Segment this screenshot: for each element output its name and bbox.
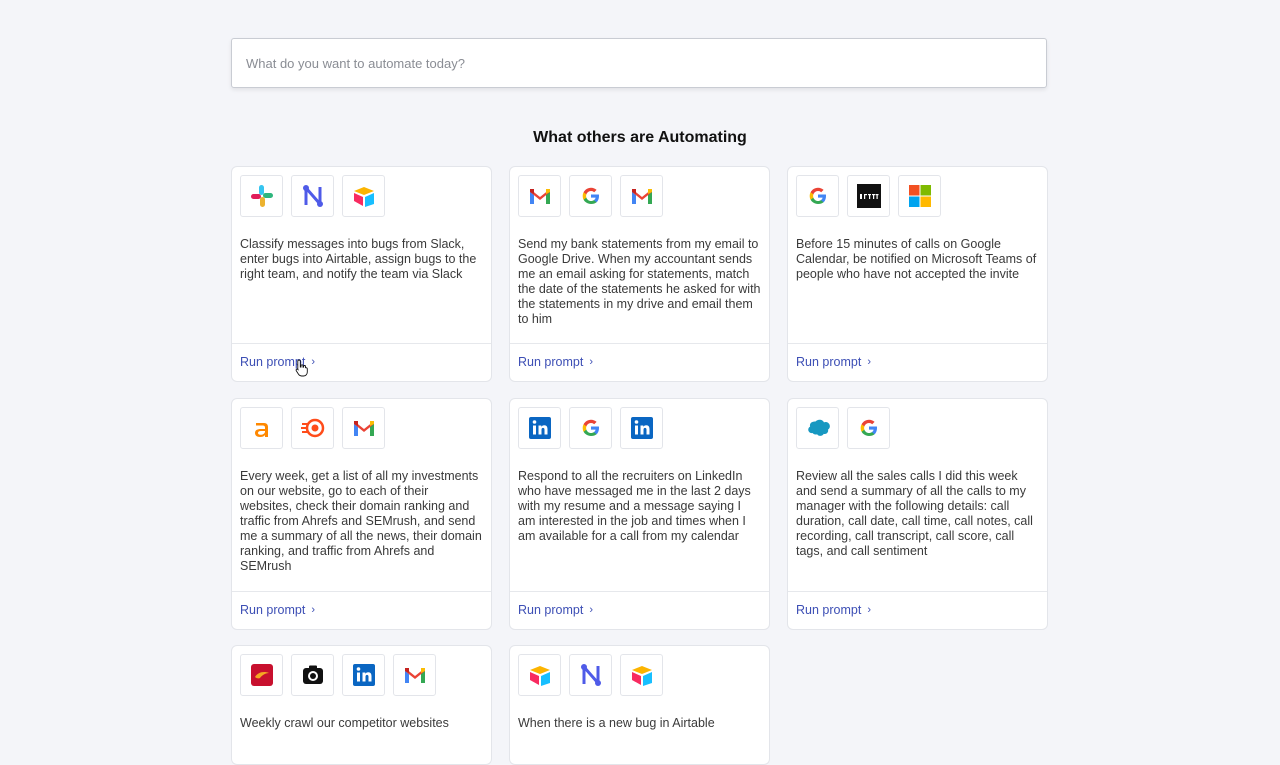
run-prompt-button[interactable]: Run prompt › — [518, 603, 593, 617]
prompt-card: Respond to all the recruiters on LinkedI… — [509, 398, 770, 630]
run-prompt-button[interactable]: Run prompt › — [796, 603, 871, 617]
card-description: Send my bank statements from my email to… — [518, 237, 761, 326]
card-description: Every week, get a list of all my investm… — [240, 469, 482, 573]
slack-icon — [240, 175, 283, 217]
chevron-right-icon: › — [589, 604, 593, 616]
gmail-icon — [393, 654, 436, 696]
semrush-icon — [291, 407, 334, 449]
search-input[interactable] — [232, 39, 1046, 87]
prompt-card: Every week, get a list of all my investm… — [231, 398, 492, 630]
camera-icon — [291, 654, 334, 696]
n8n-icon — [569, 654, 612, 696]
salesforce-icon — [796, 407, 839, 449]
prompt-card: Classify messages into bugs from Slack, … — [231, 166, 492, 382]
airtable-icon — [342, 175, 385, 217]
prompt-card: When there is a new bug in Airtable — [509, 645, 770, 765]
prompt-card: Before 15 minutes of calls on Google Cal… — [787, 166, 1048, 382]
microsoft-icon — [898, 175, 941, 217]
chevron-right-icon: › — [867, 356, 871, 368]
airtable-icon — [518, 654, 561, 696]
chevron-right-icon: › — [867, 604, 871, 616]
reddit-like-icon — [240, 654, 283, 696]
card-description: When there is a new bug in Airtable — [518, 716, 715, 730]
chevron-right-icon: › — [311, 604, 315, 616]
google-icon — [569, 407, 612, 449]
card-description: Weekly crawl our competitor websites — [240, 716, 449, 730]
google-icon — [796, 175, 839, 217]
search-box[interactable] — [231, 38, 1047, 88]
ifttt-icon — [847, 175, 890, 217]
gmail-icon — [342, 407, 385, 449]
card-description: Review all the sales calls I did this we… — [796, 469, 1033, 558]
airtable-icon — [620, 654, 663, 696]
google-icon — [847, 407, 890, 449]
prompt-card: Review all the sales calls I did this we… — [787, 398, 1048, 630]
chevron-right-icon: › — [311, 356, 315, 368]
card-description: Respond to all the recruiters on LinkedI… — [518, 469, 751, 543]
prompt-card: Weekly crawl our competitor websites — [231, 645, 492, 765]
google-icon — [569, 175, 612, 217]
n8n-icon — [291, 175, 334, 217]
prompt-card: Send my bank statements from my email to… — [509, 166, 770, 382]
chevron-right-icon: › — [589, 356, 593, 368]
run-prompt-button[interactable]: Run prompt › — [518, 355, 593, 369]
linkedin-icon — [620, 407, 663, 449]
gmail-icon — [620, 175, 663, 217]
run-prompt-button[interactable]: Run prompt › — [240, 603, 315, 617]
card-description: Before 15 minutes of calls on Google Cal… — [796, 237, 1037, 281]
linkedin-icon — [518, 407, 561, 449]
card-description: Classify messages into bugs from Slack, … — [240, 237, 477, 281]
run-prompt-button[interactable]: Run prompt › — [796, 355, 871, 369]
ahrefs-icon — [240, 407, 283, 449]
section-title: What others are Automating — [533, 129, 747, 146]
linkedin-icon — [342, 654, 385, 696]
gmail-icon — [518, 175, 561, 217]
hand-cursor-icon — [295, 359, 308, 377]
